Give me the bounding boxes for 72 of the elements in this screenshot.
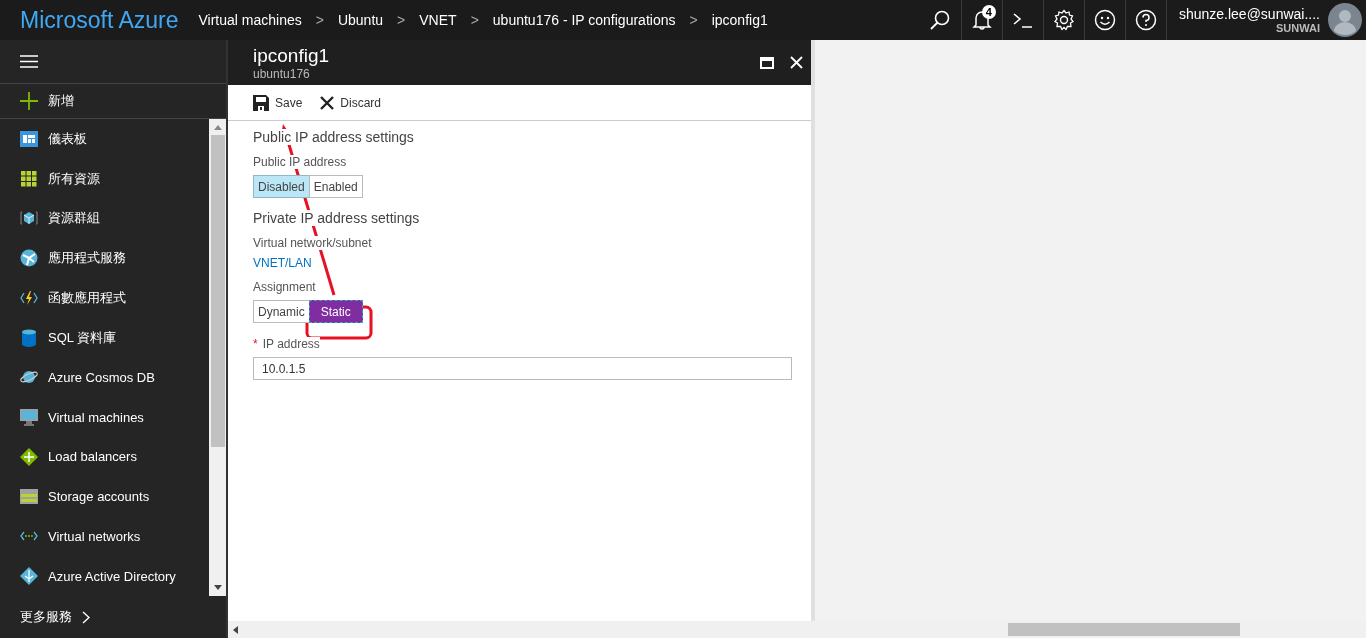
breadcrumb-link[interactable]: VNET bbox=[419, 12, 457, 28]
notification-count: 4 bbox=[981, 5, 996, 19]
bell-icon bbox=[971, 9, 992, 31]
discard-button[interactable]: Discard bbox=[320, 95, 382, 110]
scroll-down-icon bbox=[213, 585, 222, 590]
toggle-option[interactable]: Enabled bbox=[308, 175, 363, 198]
more-services-link[interactable]: 更多服務 bbox=[0, 596, 110, 638]
grid-icon bbox=[21, 170, 37, 187]
diamond-arrows-icon bbox=[20, 447, 38, 466]
database-icon bbox=[21, 328, 37, 347]
dashboard-icon bbox=[20, 130, 38, 147]
monitor-icon bbox=[20, 408, 38, 426]
toggle-option[interactable]: Dynamic bbox=[253, 300, 310, 323]
sidebar-item[interactable]: Load balancers bbox=[0, 437, 209, 477]
network-icon bbox=[20, 531, 38, 542]
menu-icon bbox=[20, 54, 38, 68]
sidebar-item[interactable]: SQL 資料庫 bbox=[0, 317, 209, 358]
search-icon bbox=[929, 9, 952, 31]
terminal-prompt-icon bbox=[1011, 11, 1034, 29]
scroll-left-icon bbox=[233, 625, 238, 634]
close-icon[interactable] bbox=[790, 56, 803, 69]
close-icon bbox=[320, 95, 335, 110]
breadcrumb-link[interactable]: Ubuntu bbox=[337, 12, 384, 28]
field-label: Virtual network/subnet bbox=[253, 236, 372, 250]
plus-icon bbox=[20, 91, 38, 110]
breadcrumb-link[interactable]: ipconfig1 bbox=[711, 12, 768, 28]
directory-diamond-icon bbox=[20, 567, 38, 586]
chevron-right-icon bbox=[82, 610, 90, 624]
help-icon bbox=[1134, 9, 1157, 31]
sidebar-item[interactable]: Storage accounts bbox=[0, 476, 209, 517]
sidebar-item[interactable]: Virtual machines bbox=[0, 397, 209, 437]
section-heading: Private IP address settings bbox=[253, 210, 420, 226]
highlight-frame bbox=[305, 305, 373, 340]
breadcrumb-separator: > bbox=[397, 12, 406, 28]
breadcrumb-separator: > bbox=[470, 12, 479, 28]
subnet-link[interactable]: VNET/LAN bbox=[253, 256, 312, 270]
blade-subtitle: ubuntu176 bbox=[253, 66, 311, 81]
toggle-option[interactable]: Static bbox=[308, 300, 363, 323]
field-label: Public IP address bbox=[253, 155, 347, 169]
toggle-option[interactable]: Disabled bbox=[253, 175, 310, 198]
breadcrumb-separator: > bbox=[689, 12, 698, 28]
sidebar-item[interactable]: 資源群組 bbox=[0, 198, 209, 239]
sidebar-item[interactable]: 儀表板 bbox=[0, 119, 209, 159]
lightning-icon bbox=[20, 289, 38, 306]
avatar-icon[interactable] bbox=[1328, 3, 1362, 37]
breadcrumb-link[interactable]: Virtual machines bbox=[198, 12, 302, 28]
breadcrumb-separator: > bbox=[315, 12, 324, 28]
smiley-icon bbox=[1093, 9, 1116, 31]
sidebar-item[interactable]: Azure Active Directory bbox=[0, 556, 209, 596]
account-tenant: SUNWAI bbox=[1276, 22, 1320, 34]
sidebar-item[interactable]: 應用程式服務 bbox=[0, 238, 209, 278]
account-email[interactable]: shunze.lee@sunwai.... bbox=[1178, 6, 1320, 22]
save-button[interactable]: Save bbox=[253, 94, 303, 111]
sidebar-item[interactable]: 函數應用程式 bbox=[0, 278, 209, 318]
vertical-scrollbar[interactable] bbox=[209, 119, 226, 596]
brand-title[interactable]: Microsoft Azure bbox=[20, 6, 179, 34]
breadcrumb-link[interactable]: ubuntu176 - IP configurations bbox=[492, 12, 676, 28]
maximize-icon[interactable] bbox=[760, 56, 774, 69]
sidebar-item[interactable]: Azure Cosmos DB bbox=[0, 357, 209, 398]
globe-icon bbox=[20, 249, 38, 268]
storage-icon bbox=[20, 489, 38, 505]
field-label: Assignment bbox=[253, 280, 316, 294]
cube-icon bbox=[20, 209, 38, 228]
blade-title: ipconfig1 bbox=[253, 44, 331, 67]
field-label: IP address bbox=[262, 337, 320, 351]
ip-address-input[interactable]: 10.0.1.5 bbox=[253, 357, 792, 380]
section-heading: Public IP address settings bbox=[253, 129, 414, 145]
settings-icon bbox=[1052, 9, 1075, 31]
menu-button[interactable] bbox=[20, 54, 38, 68]
scroll-up-icon bbox=[213, 125, 222, 130]
sidebar-item[interactable]: Virtual networks bbox=[0, 516, 209, 557]
sidebar-item[interactable]: 所有資源 bbox=[0, 158, 209, 199]
